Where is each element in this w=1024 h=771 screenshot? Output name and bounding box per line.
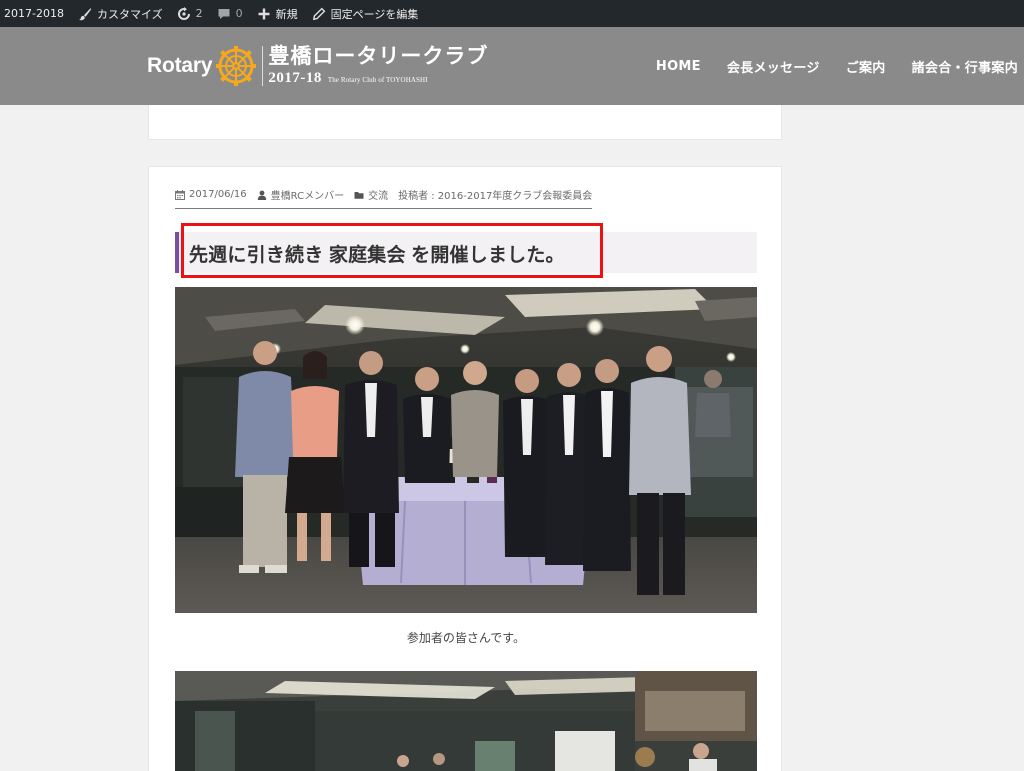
post-photo-group[interactable] xyxy=(175,287,757,613)
admin-site-link[interactable]: 2017-2018 xyxy=(0,0,71,27)
admin-site-label: 2017-2018 xyxy=(4,7,64,20)
brand-text: 豊橋ロータリークラブ 2017-18 The Rotary Club of TO… xyxy=(268,45,488,87)
admin-updates-link[interactable]: 2 xyxy=(170,0,210,27)
post-author[interactable]: 豊橋RCメンバー xyxy=(257,187,344,202)
nav-guide[interactable]: ご案内 xyxy=(846,57,886,76)
brand-club-name: The Rotary Club of TOYOHASHI xyxy=(327,76,428,84)
title-highlight-box xyxy=(181,223,603,278)
group-photo-image xyxy=(175,287,757,613)
rotary-wheel-icon xyxy=(216,46,257,86)
previous-post-card xyxy=(148,105,782,140)
plus-icon xyxy=(257,7,271,21)
post-author-text: 豊橋RCメンバー xyxy=(270,191,345,202)
admin-new-link[interactable]: 新規 xyxy=(250,0,305,27)
post-photo-dinner[interactable] xyxy=(175,671,757,771)
post-date-text: 2017/06/16 xyxy=(189,189,247,200)
admin-edit-page-label: 固定ページを編集 xyxy=(330,7,419,21)
nav-president-message[interactable]: 会長メッセージ xyxy=(727,57,820,76)
admin-comments-count: 0 xyxy=(235,7,243,20)
photo-caption: 参加者の皆さんです。 xyxy=(406,631,526,645)
post-category[interactable]: 交流 xyxy=(354,187,388,202)
post-category-text: 交流 xyxy=(368,191,389,202)
nav-home[interactable]: HOME xyxy=(656,59,701,74)
brand-rotary-text: Rotary xyxy=(147,54,213,77)
user-icon xyxy=(257,190,267,200)
admin-customize-link[interactable]: カスタマイズ xyxy=(71,0,170,27)
dinner-photo-image xyxy=(175,671,757,771)
admin-edit-page-link[interactable]: 固定ページを編集 xyxy=(305,0,426,27)
site-header: Rotary 豊橋ロータリークラブ 2017-18 The Rotary Clu… xyxy=(0,27,1024,105)
brand-name: 豊橋ロータリークラブ xyxy=(268,45,489,68)
nav-events[interactable]: 諸会合・行事案内 xyxy=(912,57,1018,76)
main-nav: HOME 会長メッセージ ご案内 諸会合・行事案内 xyxy=(630,27,1018,105)
folder-icon xyxy=(354,190,364,200)
admin-comments-link[interactable]: 0 xyxy=(210,0,250,27)
admin-customize-label: カスタマイズ xyxy=(96,7,163,21)
brush-icon xyxy=(78,7,92,21)
refresh-icon xyxy=(177,6,191,21)
post-posted-by: 投稿者 : 2016-2017年度クラブ会報委員会 xyxy=(398,191,593,202)
pencil-icon xyxy=(312,7,326,21)
brand-year: 2017-18 xyxy=(268,70,322,86)
admin-new-label: 新規 xyxy=(275,7,298,21)
site-logo[interactable]: Rotary 豊橋ロータリークラブ 2017-18 The Rotary Clu… xyxy=(147,41,488,91)
post-meta: 2017/06/16 豊橋RCメンバー 交流 投稿者 : 2016-2017年度… xyxy=(175,187,593,209)
post-date[interactable]: 2017/06/16 xyxy=(175,189,247,200)
post-card: 2017/06/16 豊橋RCメンバー 交流 投稿者 : 2016-2017年度… xyxy=(148,166,782,771)
comment-icon xyxy=(217,7,231,21)
admin-bar: 2017-2018 カスタマイズ 2 0 新規 固定ページを編集 xyxy=(0,0,1024,27)
brand-year-row: 2017-18 The Rotary Club of TOYOHASHI xyxy=(268,70,488,87)
brand-divider xyxy=(262,46,264,86)
calendar-icon xyxy=(175,189,185,200)
admin-updates-count: 2 xyxy=(195,7,203,20)
